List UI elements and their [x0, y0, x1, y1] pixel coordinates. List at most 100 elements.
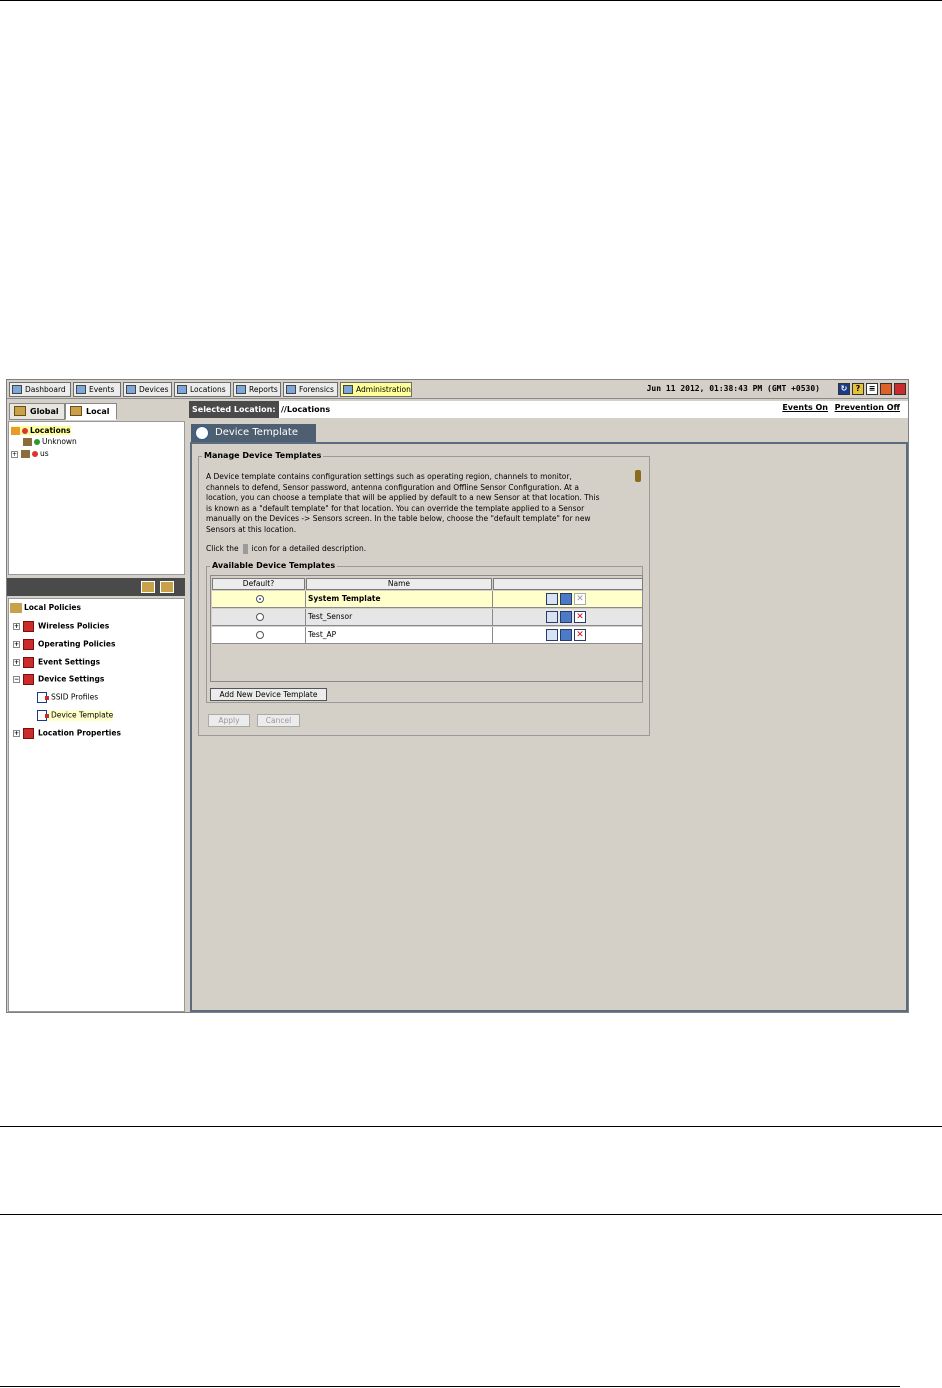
prevention-off-link[interactable]: Prevention Off: [835, 403, 900, 412]
delete-icon[interactable]: ✕: [574, 629, 586, 641]
tab-global[interactable]: Global: [9, 403, 65, 420]
cancel-button[interactable]: Cancel: [257, 714, 300, 727]
selected-location-path: //Locations: [281, 405, 331, 414]
location-icon: [23, 438, 32, 446]
document-icon: [37, 692, 49, 703]
tree-item-operating-policies[interactable]: + Operating Policies: [13, 639, 115, 650]
description-text: A Device template contains configuration…: [206, 472, 600, 534]
tab-local[interactable]: Local: [65, 403, 117, 420]
info-icon[interactable]: [635, 470, 641, 482]
default-radio[interactable]: [256, 613, 264, 621]
reports-icon: [236, 385, 246, 394]
policy-tree: Local Policies + Wireless Policies + Opera…: [8, 598, 185, 1012]
available-templates-group: Available Device Templates Default? Name…: [206, 561, 643, 703]
tree-item-event-settings[interactable]: + Event Settings: [13, 657, 100, 668]
tab-forensics[interactable]: Forensics: [283, 382, 338, 397]
page-top-rule: [0, 0, 942, 1]
copy-icon[interactable]: [560, 611, 572, 623]
panel-splitter[interactable]: [7, 578, 185, 596]
expand-icon[interactable]: +: [11, 450, 18, 458]
edit-icon[interactable]: [546, 629, 558, 641]
click-note: Click the icon for a detailed description…: [206, 544, 367, 554]
page-bottom-rule: [0, 1386, 900, 1387]
date-time: Jun 11 2012, 01:38:43 PM (GMT +0530): [646, 384, 820, 393]
expand-icon[interactable]: +: [13, 641, 20, 648]
tab-reports[interactable]: Reports: [233, 382, 281, 397]
column-header-default[interactable]: Default?: [212, 578, 305, 590]
apply-button[interactable]: Apply: [208, 714, 250, 727]
table-row: Test_Sensor ✕: [212, 609, 642, 626]
tree-item-unknown[interactable]: Unknown: [23, 437, 77, 446]
tree-item-locations[interactable]: Locations: [11, 426, 71, 435]
column-header-name[interactable]: Name: [306, 578, 492, 590]
forensics-icon: [286, 385, 296, 394]
copy-icon[interactable]: [560, 593, 572, 605]
default-cell: [212, 627, 306, 643]
copy-icon[interactable]: [560, 629, 572, 641]
column-header-actions: [493, 578, 643, 590]
manage-templates-group: Manage Device Templates A Device templat…: [198, 451, 650, 736]
settings-icon[interactable]: [880, 383, 892, 395]
default-radio[interactable]: [256, 631, 264, 639]
expand-icon[interactable]: +: [13, 659, 20, 666]
edit-icon[interactable]: [546, 611, 558, 623]
tree-item-ssid-profiles[interactable]: SSID Profiles: [37, 692, 98, 703]
tree-item-wireless-policies[interactable]: + Wireless Policies: [13, 621, 109, 632]
list-icon[interactable]: ≡: [866, 383, 878, 395]
page-title-tab: Device Template: [191, 424, 316, 442]
expand-all-icon[interactable]: [141, 581, 155, 593]
templates-table: Default? Name System Template ✕ Test_Sen…: [210, 575, 643, 682]
expand-icon[interactable]: +: [13, 623, 20, 630]
policy-icon: [23, 657, 34, 668]
edit-icon[interactable]: [546, 593, 558, 605]
delete-icon[interactable]: ✕: [574, 611, 586, 623]
tree-item-device-template[interactable]: Device Template: [37, 710, 114, 721]
add-new-device-template-button[interactable]: Add New Device Template: [210, 688, 327, 701]
policy-icon: [23, 639, 34, 650]
table-row: System Template ✕: [212, 591, 642, 608]
tab-locations[interactable]: Locations: [174, 382, 231, 397]
tree-item-local-policies[interactable]: Local Policies: [10, 603, 81, 613]
default-radio[interactable]: [256, 595, 264, 603]
status-dot-icon: [32, 451, 38, 457]
location-bar: Selected Location: //Locations Events On…: [189, 401, 908, 418]
folder-icon: [14, 406, 26, 416]
dashboard-icon: [12, 385, 22, 394]
section-rule: [0, 1214, 942, 1215]
default-cell: [212, 591, 306, 607]
tree-item-us[interactable]: + us: [11, 449, 49, 458]
status-dot-icon: [34, 439, 40, 445]
tab-devices[interactable]: Devices: [123, 382, 172, 397]
table-row: Test_AP ✕: [212, 627, 642, 644]
refresh-icon[interactable]: ↻: [838, 383, 850, 395]
tree-item-device-settings[interactable]: − Device Settings: [13, 674, 104, 685]
tab-events[interactable]: Events: [73, 382, 121, 397]
section-rule: [0, 1126, 942, 1127]
main-menubar: Dashboard Events Devices Locations Repor…: [7, 380, 908, 399]
collapse-all-icon[interactable]: [160, 581, 174, 593]
available-templates-legend: Available Device Templates: [210, 561, 338, 570]
folder-icon: [70, 406, 82, 416]
document-icon: [37, 710, 49, 721]
actions-cell: ✕: [493, 591, 642, 607]
events-on-link[interactable]: Events On: [782, 403, 828, 412]
tree-item-location-properties[interactable]: + Location Properties: [13, 728, 121, 739]
collapse-icon[interactable]: −: [13, 676, 20, 683]
expand-icon[interactable]: +: [13, 730, 20, 737]
location-tree: Locations Unknown + us: [8, 421, 185, 575]
locations-icon: [177, 385, 187, 394]
events-icon: [76, 385, 86, 394]
folder-icon: [10, 603, 22, 613]
logout-icon[interactable]: [894, 383, 906, 395]
policy-icon: [23, 621, 34, 632]
help-icon[interactable]: ?: [852, 383, 864, 395]
info-icon: [242, 544, 248, 554]
left-panel: Global Local Locations Unknown + us Local…: [7, 400, 185, 1012]
selected-location-label: Selected Location:: [189, 401, 279, 418]
actions-cell: ✕: [493, 609, 642, 625]
tab-dashboard[interactable]: Dashboard: [9, 382, 71, 397]
devices-icon: [126, 385, 136, 394]
tab-administration[interactable]: Administration: [340, 382, 412, 397]
policy-icon: [23, 728, 34, 739]
name-cell: Test_Sensor: [306, 609, 493, 625]
